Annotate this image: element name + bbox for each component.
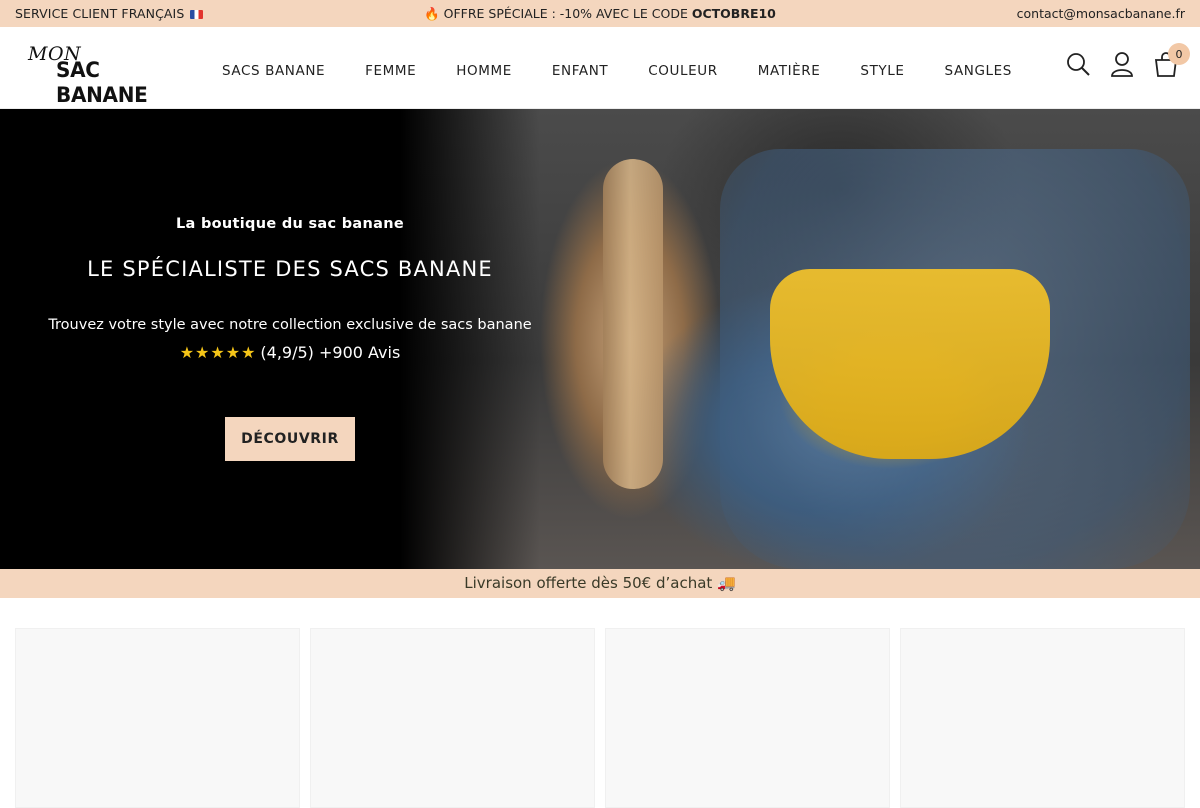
free-shipping-banner: Livraison offerte dès 50€ d’achat 🚚 <box>0 569 1200 598</box>
cart-count-badge: 0 <box>1168 43 1190 65</box>
product-card-placeholder[interactable] <box>900 628 1185 808</box>
nav-item-homme[interactable]: HOMME <box>456 63 512 79</box>
product-card-placeholder[interactable] <box>605 628 890 808</box>
hero-photo-skateboard <box>603 159 663 489</box>
search-icon <box>1067 53 1090 76</box>
user-icon <box>1111 52 1133 77</box>
search-button[interactable] <box>1066 51 1090 77</box>
rating-text: (4,9/5) +900 Avis <box>260 343 401 362</box>
nav-item-couleur[interactable]: COULEUR <box>648 63 717 79</box>
star-rating-icon: ★★★★★ <box>179 343 257 362</box>
hero-description: Trouvez votre style avec notre collectio… <box>48 317 532 333</box>
announcement-bar: SERVICE CLIENT FRANÇAIS 🔥 OFFRE SPÉCIALE… <box>0 0 1200 27</box>
product-grid <box>15 628 1185 808</box>
promo-code: OCTOBRE10 <box>691 6 776 21</box>
nav-item-sangles[interactable]: SANGLES <box>945 63 1012 79</box>
site-header: MON SAC BANANE SACS BANANE FEMME HOMME E… <box>0 27 1200 109</box>
hero-banner: La boutique du sac banane LE SPÉCIALISTE… <box>0 109 1200 569</box>
nav-item-style[interactable]: STYLE <box>860 63 904 79</box>
hero-copy: La boutique du sac banane LE SPÉCIALISTE… <box>0 109 580 569</box>
product-card-placeholder[interactable] <box>15 628 300 808</box>
hero-kicker: La boutique du sac banane <box>176 216 404 232</box>
main-navigation: SACS BANANE FEMME HOMME ENFANT COULEUR M… <box>222 63 1052 79</box>
nav-item-femme[interactable]: FEMME <box>365 63 416 79</box>
account-button[interactable] <box>1110 51 1134 77</box>
hero-rating: ★★★★★ (4,9/5) +900 Avis <box>0 343 580 362</box>
nav-item-matiere[interactable]: MATIÈRE <box>758 63 821 79</box>
contact-email-link[interactable]: contact@monsacbanane.fr <box>1017 6 1185 21</box>
cart-button[interactable]: 0 <box>1154 43 1190 77</box>
nav-item-sacs-banane[interactable]: SACS BANANE <box>222 63 325 79</box>
site-logo[interactable]: MON SAC BANANE <box>28 43 178 107</box>
product-card-placeholder[interactable] <box>310 628 595 808</box>
discover-button[interactable]: DÉCOUVRIR <box>225 417 355 461</box>
header-icons: 0 <box>1066 43 1190 77</box>
logo-sac-banane: SAC BANANE <box>56 56 148 108</box>
nav-item-enfant[interactable]: ENFANT <box>552 63 608 79</box>
hero-title: LE SPÉCIALISTE DES SACS BANANE <box>87 257 493 281</box>
